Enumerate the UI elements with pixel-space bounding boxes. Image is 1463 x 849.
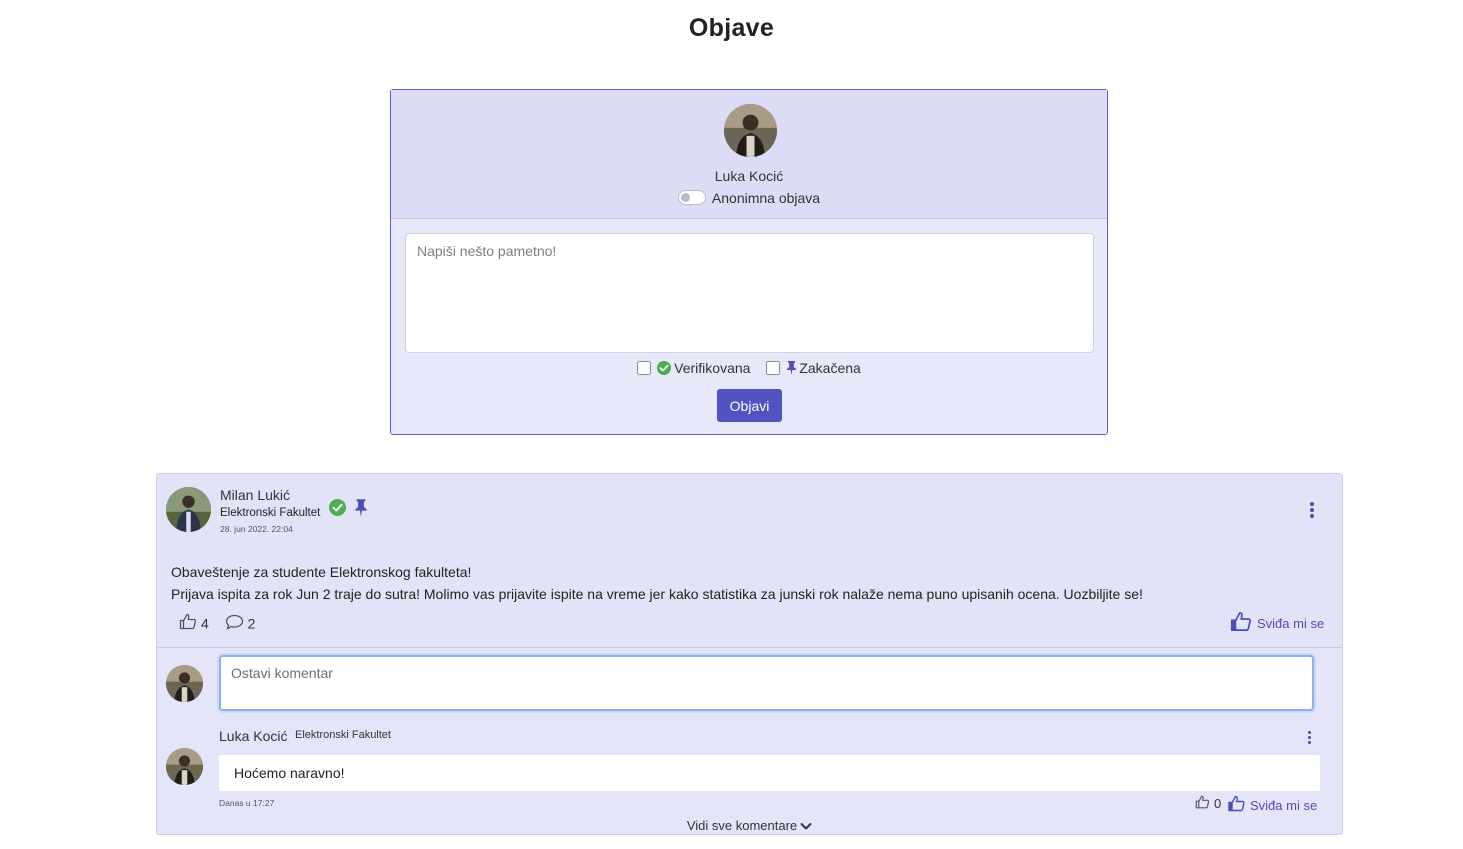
post-card: Milan Lukić Elektronski Fakultet 28. jun… [156, 473, 1343, 835]
post-text-line: Prijava ispita za rok Jun 2 traje do sut… [171, 586, 1143, 602]
like-label: Sviđa mi se [1257, 615, 1325, 631]
comment-likes-count: 0 [1214, 796, 1222, 811]
comment-like-label: Sviđa mi se [1250, 797, 1318, 813]
post-options: Verifikovana Zakačena [391, 360, 1107, 378]
post-text: Obaveštenje za studente Elektronskog fak… [171, 561, 1321, 605]
comment-author-avatar[interactable] [166, 748, 203, 785]
comment-input[interactable] [219, 655, 1314, 711]
anonymous-toggle[interactable] [677, 190, 706, 205]
post-like-button[interactable]: Sviđa mi se [1229, 611, 1324, 635]
current-user-avatar [166, 665, 203, 702]
comment-author-faculty: Elektronski Fakultet [295, 729, 391, 741]
comment-text: Hoćemo naravno! [219, 755, 1320, 791]
author-avatar[interactable] [166, 487, 211, 532]
pinned-option[interactable]: Zakačena [766, 360, 861, 378]
comment-date: Danas u 17:27 [219, 798, 275, 808]
comment-likes: 0 [1195, 795, 1221, 812]
thumbs-up-icon [1227, 795, 1246, 815]
chevron-down-icon [800, 819, 812, 834]
avatar [724, 104, 777, 157]
pinned-label: Zakačena [799, 360, 861, 376]
page-title: Objave [688, 14, 775, 42]
post-stats: 4 2 [179, 613, 255, 633]
composer-user-name: Luka Kocić [714, 168, 784, 184]
post-text-line: Obaveštenje za studente Elektronskog fak… [171, 564, 472, 580]
verified-option[interactable]: Verifikovana [637, 360, 754, 376]
post-menu-kebab-icon[interactable] [1310, 502, 1314, 520]
anonymous-toggle-row: Anonimna objava [391, 190, 1107, 206]
publish-button[interactable]: Objavi [717, 389, 782, 422]
comment-like-button[interactable]: Sviđa mi se [1227, 795, 1317, 815]
likes-count: 4 [201, 615, 209, 632]
comment-author-name[interactable]: Luka Kocić [219, 728, 287, 744]
avatar-photo [166, 487, 211, 532]
pinned-badge-icon [354, 498, 368, 522]
pin-icon [786, 360, 797, 378]
verified-label: Verifikovana [674, 360, 751, 376]
anonymous-label: Anonimna objava [711, 190, 821, 206]
post-author-name[interactable]: Milan Lukić [220, 487, 290, 503]
verified-badge-icon [329, 499, 346, 516]
post-body: Milan Lukić Elektronski Fakultet 28. jun… [157, 474, 1342, 648]
thumbs-up-icon [1195, 795, 1210, 812]
avatar-photo [166, 748, 203, 785]
thumbs-up-icon [1229, 611, 1253, 635]
speech-bubble-icon [225, 614, 244, 633]
thumbs-up-icon [179, 613, 197, 633]
check-circle-icon [657, 361, 672, 375]
post-author-faculty: Elektronski Fakultet [220, 507, 321, 519]
see-all-label: Vidi sve komentare [686, 818, 798, 833]
post-textarea[interactable] [405, 233, 1094, 353]
comments-count: 2 [247, 615, 256, 632]
avatar-photo [166, 665, 203, 702]
pinned-checkbox[interactable] [766, 361, 781, 375]
composer-header: Luka Kocić Anonimna objava [391, 90, 1107, 219]
see-all-comments-link[interactable]: Vidi sve komentare [157, 818, 1342, 834]
verified-checkbox[interactable] [637, 361, 652, 375]
post-composer: Luka Kocić Anonimna objava Verifikovana … [390, 89, 1108, 435]
comment-menu-kebab-icon[interactable] [1308, 731, 1311, 746]
comments-section: Luka Kocić Elektronski Fakultet Hoćemo n… [157, 648, 1342, 835]
post-date: 28. jun 2022. 22:04 [220, 524, 293, 534]
avatar-photo [724, 104, 777, 157]
